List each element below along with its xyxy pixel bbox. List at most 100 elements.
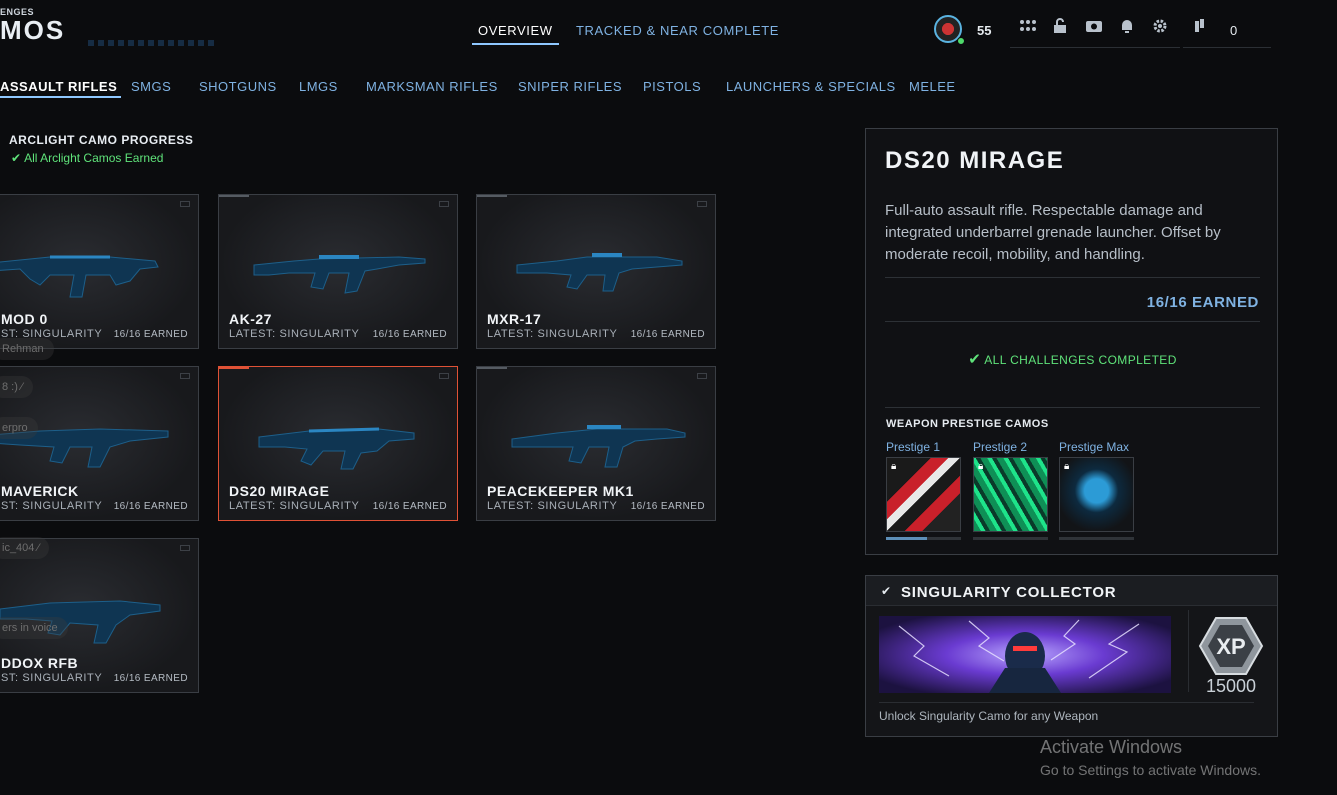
challenge-header: ✔ SINGULARITY COLLECTOR: [866, 576, 1277, 606]
weapon-card-ddox-rfb[interactable]: DDOX RFB ST: SINGULARITY 16/16 EARNED: [0, 538, 199, 693]
weapon-latest-camo: ST: SINGULARITY: [1, 672, 103, 684]
card-corner-icon: [439, 373, 449, 379]
divider: [879, 702, 1254, 703]
divider: [885, 277, 1260, 278]
points-icon[interactable]: [1190, 18, 1210, 38]
weapon-name: MOD 0: [1, 311, 48, 327]
challenge-artwork: [879, 616, 1171, 693]
gear-icon[interactable]: [1150, 18, 1170, 38]
lock-open-icon[interactable]: [1050, 18, 1070, 38]
xp-label: XP: [1216, 634, 1245, 659]
prestige-1-camo[interactable]: 🔒︎: [886, 457, 961, 532]
voice-overlay-text: 8 :): [2, 381, 18, 393]
weapon-earned-count: 16/16 EARNED: [113, 501, 188, 512]
arclight-status-text: All Arclight Camos Earned: [24, 151, 164, 165]
category-pistols[interactable]: PISTOLS: [643, 79, 701, 94]
weapon-earned-count: 16/16 EARNED: [372, 329, 447, 340]
grid-icon[interactable]: [1018, 18, 1038, 38]
bell-icon[interactable]: [1117, 18, 1137, 38]
xp-reward-value: 15000: [1205, 676, 1257, 696]
weapon-earned-count: 16/16 EARNED: [113, 673, 188, 684]
voice-overlay-name: ers in voice: [0, 617, 68, 639]
category-marksman-rifles[interactable]: MARKSMAN RIFLES: [366, 79, 498, 94]
weapon-name: PEACEKEEPER MK1: [487, 483, 634, 499]
prestige-1-label: Prestige 1: [886, 440, 941, 454]
lock-icon: 🔒︎: [1064, 461, 1070, 472]
card-accent: [477, 367, 507, 369]
category-lmgs[interactable]: LMGS: [299, 79, 338, 94]
online-status-icon: [957, 37, 965, 45]
arclight-progress-title: ARCLIGHT CAMO PROGRESS: [9, 133, 194, 147]
weapon-name: DDOX RFB: [1, 655, 79, 671]
card-corner-icon: [697, 373, 707, 379]
category-assault-rifles[interactable]: ASSAULT RIFLES: [0, 79, 122, 98]
camera-icon[interactable]: [1084, 18, 1104, 38]
weapon-card-peacekeeper-mk1[interactable]: PEACEKEEPER MK1 LATEST: SINGULARITY 16/1…: [476, 366, 716, 521]
card-corner-icon: [439, 201, 449, 207]
card-corner-icon: [180, 201, 190, 207]
voice-overlay-text: ic_404: [2, 542, 35, 554]
weapon-latest-camo: LATEST: SINGULARITY: [487, 328, 618, 340]
tab-tracked-near-complete[interactable]: TRACKED & NEAR COMPLETE: [576, 23, 779, 38]
prestige-max-camo[interactable]: 🔒︎: [1059, 457, 1134, 532]
weapon-image: [0, 255, 159, 298]
voice-overlay-name: erpro: [0, 417, 38, 439]
detail-earned-count: 16/16 EARNED: [1146, 294, 1259, 311]
weapon-latest-camo: ST: SINGULARITY: [1, 500, 103, 512]
brand-title: MOS: [0, 15, 66, 45]
check-icon: ✔: [968, 351, 982, 368]
weapon-name: MAVERICK: [1, 483, 79, 499]
category-melee[interactable]: MELEE: [909, 79, 956, 94]
prestige-1-progress: [886, 537, 961, 540]
weapon-name: MXR-17: [487, 311, 542, 327]
weapon-earned-count: 16/16 EARNED: [630, 329, 705, 340]
weapon-card-ds20-mirage[interactable]: DS20 MIRAGE LATEST: SINGULARITY 16/16 EA…: [218, 366, 458, 521]
weapon-latest-camo: LATEST: SINGULARITY: [229, 500, 360, 512]
category-sniper-rifles[interactable]: SNIPER RIFLES: [518, 79, 622, 94]
prestige-2-camo[interactable]: 🔒︎: [973, 457, 1048, 532]
weapon-card-ak-27[interactable]: AK-27 LATEST: SINGULARITY 16/16 EARNED: [218, 194, 458, 349]
challenges-status-text: ALL CHALLENGES COMPLETED: [984, 353, 1177, 367]
player-level: 55: [977, 23, 992, 38]
weapon-earned-count: 16/16 EARNED: [372, 501, 447, 512]
points-value: 0: [1230, 23, 1238, 38]
activation-watermark-subtitle: Go to Settings to activate Windows.: [1040, 762, 1261, 778]
weapon-card-mxr-17[interactable]: MXR-17 LATEST: SINGULARITY 16/16 EARNED: [476, 194, 716, 349]
weapon-image: [258, 427, 415, 470]
weapon-latest-camo: LATEST: SINGULARITY: [229, 328, 360, 340]
challenge-card[interactable]: ✔ SINGULARITY COLLECTOR XP 15000 Unlock …: [865, 575, 1278, 737]
challenges-status: ✔ ALL CHALLENGES COMPLETED: [866, 350, 1279, 368]
detail-weapon-title: DS20 MIRAGE: [885, 147, 1065, 174]
category-smgs[interactable]: SMGS: [131, 79, 171, 94]
top-bar: ENGES MOS OVERVIEW TRACKED & NEAR COMPLE…: [0, 0, 1337, 52]
tab-overview[interactable]: OVERVIEW: [472, 23, 559, 45]
category-shotguns[interactable]: SHOTGUNS: [199, 79, 277, 94]
weapon-earned-count: 16/16 EARNED: [113, 329, 188, 340]
divider: [885, 321, 1260, 322]
weapon-image: [253, 255, 426, 294]
card-corner-icon: [180, 545, 190, 551]
check-icon: ✔: [881, 584, 892, 598]
weapon-image: [516, 253, 683, 292]
arclight-progress-status: ✔ All Arclight Camos Earned: [11, 151, 163, 165]
weapon-name: DS20 MIRAGE: [229, 483, 330, 499]
weapon-latest-camo: LATEST: SINGULARITY: [487, 500, 618, 512]
voice-overlay-name: 8 :) ⁄: [0, 376, 33, 398]
brand-decoration: [88, 40, 218, 46]
weapon-name: AK-27: [229, 311, 272, 327]
card-corner-icon: [180, 373, 190, 379]
mic-muted-icon: ⁄: [20, 381, 23, 393]
check-icon: ✔: [11, 151, 22, 165]
weapon-card-mod-0[interactable]: MOD 0 ST: SINGULARITY 16/16 EARNED: [0, 194, 199, 349]
lock-icon: 🔒︎: [978, 461, 984, 472]
divider: [885, 407, 1260, 408]
card-accent: [219, 367, 249, 369]
progress-fill: [886, 537, 928, 540]
category-launchers-specials[interactable]: LAUNCHERS & SPECIALS: [726, 79, 896, 94]
xp-badge-icon: XP: [1198, 616, 1264, 676]
challenge-title: SINGULARITY COLLECTOR: [901, 584, 1117, 601]
prestige-max-progress: [1059, 537, 1134, 540]
card-accent: [219, 195, 249, 197]
lock-icon: 🔒︎: [891, 461, 897, 472]
activation-watermark-title: Activate Windows: [1040, 737, 1183, 757]
